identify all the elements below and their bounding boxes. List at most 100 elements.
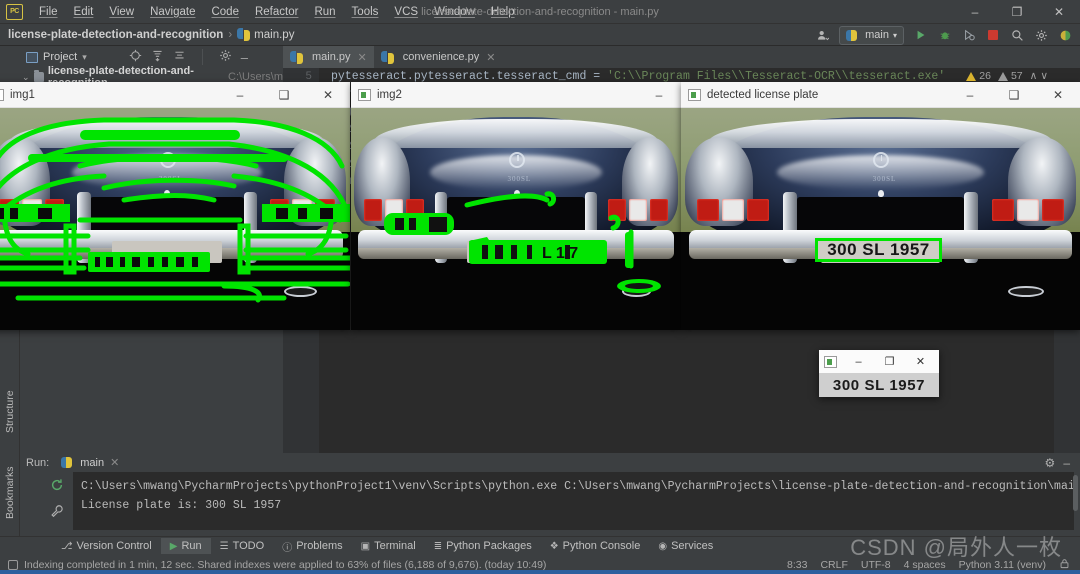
gear-icon[interactable]: ⚙ bbox=[1045, 456, 1056, 470]
weak-warning-triangle-icon bbox=[997, 71, 1008, 81]
tool-window-tab-run[interactable]: ▶ Run bbox=[160, 538, 211, 554]
rerun-icon[interactable] bbox=[50, 478, 64, 495]
run-icon: ▶ bbox=[169, 540, 178, 552]
run-icon[interactable] bbox=[910, 25, 932, 45]
menu-item-navigate[interactable]: Navigate bbox=[142, 3, 203, 21]
cv-window-img1-titlebar[interactable]: img1 – ❑ ✕ bbox=[0, 82, 350, 108]
project-icon bbox=[26, 51, 38, 63]
breadcrumb-separator: › bbox=[228, 28, 233, 41]
cv-minimize-button[interactable]: – bbox=[218, 82, 262, 108]
rail-tab-bookmarks[interactable]: Bookmarks bbox=[0, 460, 20, 526]
menu-item-run[interactable]: Run bbox=[306, 3, 343, 21]
cv-window-img2-titlebar[interactable]: img2 – bbox=[351, 82, 681, 108]
tool-window-tab-problems[interactable]: ⓘ Problems bbox=[273, 537, 351, 556]
interpreter-setting[interactable]: Python 3.11 (venv) bbox=[959, 559, 1046, 571]
cv-window-detected[interactable]: detected license plate – ❑ ✕ 300SL 300 S… bbox=[681, 82, 1080, 330]
tool-window-tab-version-control[interactable]: ⎇ Version Control bbox=[52, 538, 161, 554]
tool-window-tab-todo[interactable]: ☰ TODO bbox=[211, 538, 274, 554]
coverage-icon[interactable] bbox=[958, 25, 980, 45]
cv-close-button[interactable]: ✕ bbox=[306, 82, 350, 108]
line-separator[interactable]: CRLF bbox=[820, 559, 847, 571]
close-button[interactable]: ✕ bbox=[1038, 0, 1080, 24]
menu-item-view[interactable]: View bbox=[101, 3, 142, 21]
user-avatar-icon[interactable] bbox=[811, 25, 833, 45]
hide-panel-icon[interactable]: – bbox=[241, 50, 248, 65]
run-configuration-selector[interactable]: main ▾ bbox=[839, 25, 904, 45]
notifications-icon[interactable] bbox=[1054, 25, 1076, 45]
cv-window-detected-titlebar[interactable]: detected license plate – ❑ ✕ bbox=[681, 82, 1080, 108]
search-icon[interactable] bbox=[1006, 25, 1028, 45]
file-encoding[interactable]: UTF-8 bbox=[861, 559, 891, 571]
cv-maximize-button[interactable]: ❑ bbox=[262, 82, 306, 108]
popup-maximize-button[interactable]: ❐ bbox=[874, 350, 905, 373]
editor-tab-main-py[interactable]: main.py ✕ bbox=[283, 46, 374, 68]
breadcrumb-file[interactable]: main.py bbox=[254, 29, 294, 41]
contour-overlay-all bbox=[0, 108, 350, 330]
popup-close-button[interactable]: ✕ bbox=[905, 350, 936, 373]
tool-window-tab-python-packages[interactable]: ≣ Python Packages bbox=[425, 538, 541, 554]
rail-tab-structure[interactable]: Structure bbox=[0, 380, 20, 444]
run-console-output[interactable]: C:\Users\mwang\PycharmProjects\pythonPro… bbox=[73, 472, 1074, 530]
chevron-down-icon[interactable]: ⌄ bbox=[22, 72, 30, 83]
cv-close-button[interactable]: ✕ bbox=[1036, 82, 1080, 108]
debug-icon[interactable] bbox=[934, 25, 956, 45]
opencv-window-icon bbox=[688, 88, 701, 101]
menu-item-file[interactable]: File bbox=[31, 3, 66, 21]
navbar-actions: main ▾ bbox=[811, 24, 1076, 46]
run-tab-main[interactable]: main ✕ bbox=[55, 455, 125, 470]
settings-gear-icon[interactable] bbox=[1030, 25, 1052, 45]
editor-inspection-widget[interactable]: 26 57 ∧ ∨ bbox=[966, 70, 1048, 82]
caret-position[interactable]: 8:33 bbox=[787, 559, 807, 571]
editor-tab-close-icon[interactable]: ✕ bbox=[358, 51, 367, 64]
hide-panel-icon[interactable]: – bbox=[1063, 456, 1070, 470]
editor-tab-convenience-py[interactable]: convenience.py ✕ bbox=[374, 46, 503, 68]
breadcrumb-project[interactable]: license-plate-detection-and-recognition bbox=[8, 29, 223, 41]
branch-icon: ⎇ bbox=[61, 540, 73, 552]
collapse-all-icon[interactable] bbox=[173, 49, 186, 65]
editor-tab-close-icon[interactable]: ✕ bbox=[486, 51, 495, 64]
cv-window-detected-title: detected license plate bbox=[707, 88, 819, 101]
maximize-button[interactable]: ❐ bbox=[996, 0, 1038, 24]
cv-minimize-button[interactable]: – bbox=[637, 82, 681, 108]
cv-window-img2-canvas: 300SL L 1 7 bbox=[351, 108, 681, 330]
menu-item-edit[interactable]: Edit bbox=[66, 3, 102, 21]
cv-window-img2[interactable]: img2 – 300SL L 1 7 bbox=[351, 82, 681, 330]
python-file-icon bbox=[290, 50, 303, 64]
expand-all-icon[interactable] bbox=[151, 49, 164, 65]
menu-item-code[interactable]: Code bbox=[203, 3, 247, 21]
gear-icon[interactable] bbox=[219, 49, 232, 65]
console-scrollbar[interactable] bbox=[1073, 475, 1078, 511]
cv-window-img1[interactable]: img1 – ❑ ✕ 300SL bbox=[0, 82, 350, 330]
console-line: License plate is: 300 SL 1957 bbox=[81, 499, 282, 512]
run-tab-close-icon[interactable]: ✕ bbox=[110, 456, 119, 469]
car-image-detected: 300SL bbox=[681, 108, 1080, 330]
toolbar-divider bbox=[201, 49, 203, 65]
cv-maximize-button[interactable]: ❑ bbox=[992, 82, 1036, 108]
status-bar: Indexing completed in 1 min, 12 sec. Sha… bbox=[0, 555, 1080, 574]
folder-icon bbox=[33, 70, 44, 82]
popup-plate-text: 300 SL 1957 bbox=[819, 373, 939, 397]
tool-window-tab-services[interactable]: ◉ Services bbox=[649, 538, 722, 554]
menu-item-refactor[interactable]: Refactor bbox=[247, 3, 306, 21]
minimize-button[interactable]: – bbox=[954, 0, 996, 24]
chevron-down-icon: ▾ bbox=[82, 51, 87, 62]
prev-problem-icon[interactable]: ∧ bbox=[1030, 70, 1038, 82]
indent-setting[interactable]: 4 spaces bbox=[904, 559, 946, 571]
packages-icon: ≣ bbox=[433, 540, 443, 552]
status-message-area: Indexing completed in 1 min, 12 sec. Sha… bbox=[0, 559, 546, 571]
settings-wrench-icon[interactable] bbox=[50, 504, 64, 521]
problems-icon: ⓘ bbox=[282, 542, 293, 554]
next-problem-icon[interactable]: ∨ bbox=[1040, 70, 1048, 82]
menu-item-tools[interactable]: Tools bbox=[344, 3, 387, 21]
stop-icon[interactable] bbox=[982, 25, 1004, 45]
tool-window-tab-label: Python Packages bbox=[446, 540, 532, 552]
detected-plate-popup-titlebar[interactable]: – ❐ ✕ bbox=[819, 350, 939, 373]
popup-minimize-button[interactable]: – bbox=[843, 350, 874, 373]
project-panel-title[interactable]: Project ▾ bbox=[26, 51, 87, 63]
detected-plate-popup[interactable]: – ❐ ✕ 300 SL 1957 bbox=[819, 350, 939, 397]
tool-window-tab-terminal[interactable]: ▣ Terminal bbox=[352, 538, 425, 554]
locate-icon[interactable] bbox=[129, 49, 142, 65]
cv-minimize-button[interactable]: – bbox=[948, 82, 992, 108]
editor-tab-label: main.py bbox=[312, 51, 351, 63]
tool-window-tab-python-console[interactable]: ❖ Python Console bbox=[541, 538, 650, 554]
